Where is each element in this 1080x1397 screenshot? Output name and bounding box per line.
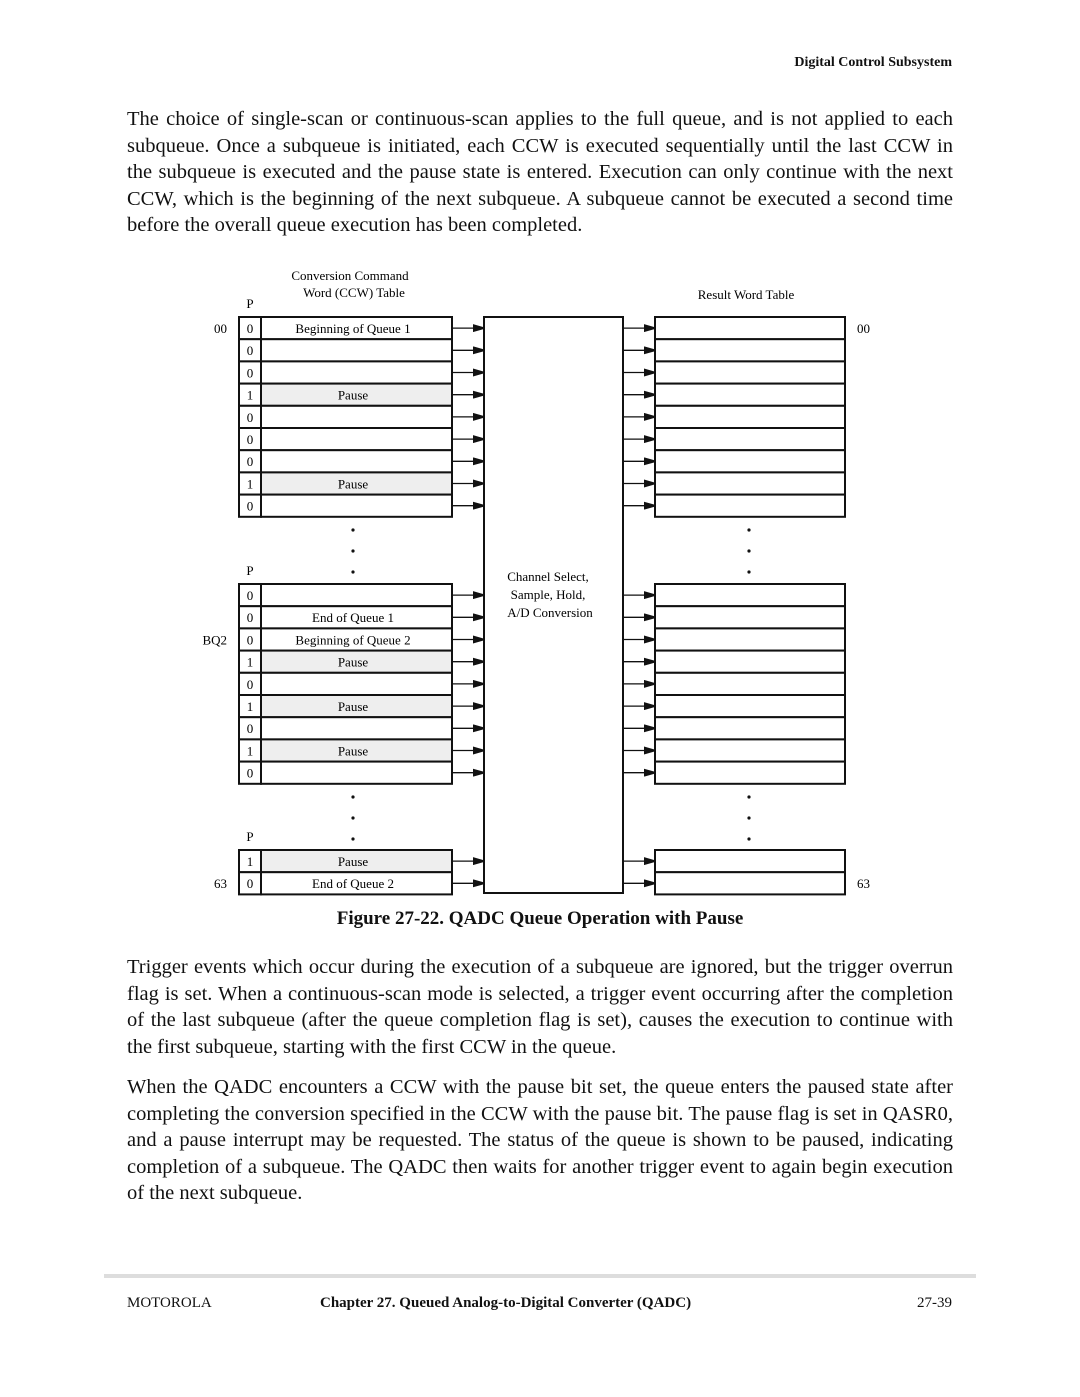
result-row — [654, 493, 846, 518]
ccw-row-label: Pause — [338, 699, 369, 714]
result-row — [654, 649, 846, 674]
pause-bit-value: 1 — [247, 699, 254, 714]
result-row — [654, 671, 846, 696]
pause-bit-value: 0 — [247, 588, 254, 603]
conversion-block-label-3: A/D Conversion — [507, 605, 593, 620]
ellipsis-dot — [351, 837, 355, 841]
paragraph-pause-bit: When the QADC encounters a CCW with the … — [127, 1076, 953, 1204]
footer-chapter: Chapter 27. Queued Analog-to-Digital Con… — [320, 1295, 692, 1311]
ccw-row — [260, 671, 453, 696]
result-table-title: Result Word Table — [698, 287, 795, 302]
ccw-index-label: BQ2 — [202, 632, 227, 647]
result-row — [654, 427, 846, 452]
figure-caption: Figure 27-22. QADC Queue Operation with … — [336, 908, 744, 929]
ccw-row — [260, 760, 453, 785]
result-row — [654, 760, 846, 785]
result-row — [654, 738, 846, 763]
conversion-block-label-1: Channel Select, — [507, 569, 589, 584]
pause-bit-value: 1 — [247, 388, 254, 403]
result-index-label: 63 — [857, 876, 870, 891]
footer-page-number: 27-39 — [917, 1295, 952, 1311]
conversion-block-label-2: Sample, Hold, — [511, 587, 586, 602]
result-row — [654, 360, 846, 385]
ellipsis-dot — [351, 570, 355, 574]
result-row — [654, 716, 846, 741]
ccw-row-label: Pause — [338, 743, 369, 758]
ellipsis-dot — [747, 549, 751, 553]
ellipsis-dot — [351, 795, 355, 799]
ccw-row — [260, 449, 453, 474]
footer-company: MOTOROLA — [127, 1295, 212, 1311]
queue-operation-diagram: Conversion Command Word (CCW) Table Resu… — [202, 268, 870, 896]
paragraph-trigger-events: Trigger events which occur during the ex… — [127, 956, 953, 1058]
ccw-row-label: Beginning of Queue 2 — [295, 632, 410, 647]
pause-bit-value: 0 — [247, 876, 254, 891]
ccw-row — [260, 583, 453, 608]
pause-bit-value: 0 — [247, 365, 254, 380]
p-column-label: P — [246, 829, 253, 844]
ellipsis-dot — [747, 795, 751, 799]
pause-bit-value: 0 — [247, 677, 254, 692]
pause-bit-value: 0 — [247, 632, 254, 647]
ellipsis-dot — [747, 837, 751, 841]
ellipsis-dot — [351, 528, 355, 532]
result-row — [654, 449, 846, 474]
result-row — [654, 583, 846, 608]
pause-bit-value: 0 — [247, 766, 254, 781]
ccw-row — [260, 338, 453, 363]
ccw-row — [260, 360, 453, 385]
ccw-row — [260, 427, 453, 452]
pause-bit-value: 0 — [247, 410, 254, 425]
pause-bit-value: 0 — [247, 343, 254, 358]
pause-bit-value: 0 — [247, 610, 254, 625]
ellipsis-dot — [747, 816, 751, 820]
paragraph-subqueue-scan: The choice of single-scan or continuous-… — [127, 108, 953, 236]
result-row — [654, 471, 846, 496]
ccw-row-label: Pause — [338, 476, 369, 491]
pause-bit-value: 0 — [247, 454, 254, 469]
ccw-index-label: 63 — [214, 876, 227, 891]
ellipsis-dot — [351, 816, 355, 820]
ccw-row-label: Pause — [338, 655, 369, 670]
result-index-label: 00 — [857, 321, 870, 336]
pause-bit-value: 0 — [247, 721, 254, 736]
result-row — [654, 605, 846, 630]
ccw-row — [260, 404, 453, 430]
result-row — [654, 849, 846, 874]
ccw-row-label: Beginning of Queue 1 — [295, 321, 410, 336]
pause-bit-value: 1 — [247, 854, 254, 869]
ccw-table-title-line2: Word (CCW) Table — [303, 285, 405, 300]
result-row — [654, 382, 846, 407]
running-header: Digital Control Subsystem — [794, 55, 952, 70]
ellipsis-dot — [351, 549, 355, 553]
ccw-row-label: Pause — [338, 854, 369, 869]
ccw-index-label: 00 — [214, 321, 227, 336]
result-row — [654, 871, 846, 896]
footer-rule — [104, 1274, 976, 1278]
ccw-row — [260, 493, 453, 518]
result-row — [654, 627, 846, 652]
result-row — [654, 338, 846, 363]
ellipsis-dot — [747, 528, 751, 532]
pause-bit-value: 1 — [247, 743, 254, 758]
ccw-row-label: End of Queue 2 — [312, 876, 394, 891]
pause-bit-value: 0 — [247, 321, 254, 336]
pause-bit-value: 0 — [247, 432, 254, 447]
ccw-row-label: Pause — [338, 388, 369, 403]
p-column-label: P — [246, 563, 253, 578]
ccw-row — [260, 716, 453, 741]
ccw-table-title-line1: Conversion Command — [291, 268, 409, 283]
pause-bit-value: 1 — [247, 476, 254, 491]
result-row — [654, 694, 846, 719]
p-column-label: P — [246, 296, 253, 311]
pause-bit-value: 1 — [247, 655, 254, 670]
result-row — [654, 316, 846, 341]
pause-bit-value: 0 — [247, 499, 254, 514]
ccw-row-label: End of Queue 1 — [312, 610, 394, 625]
ellipsis-dot — [747, 570, 751, 574]
result-row — [654, 404, 846, 430]
